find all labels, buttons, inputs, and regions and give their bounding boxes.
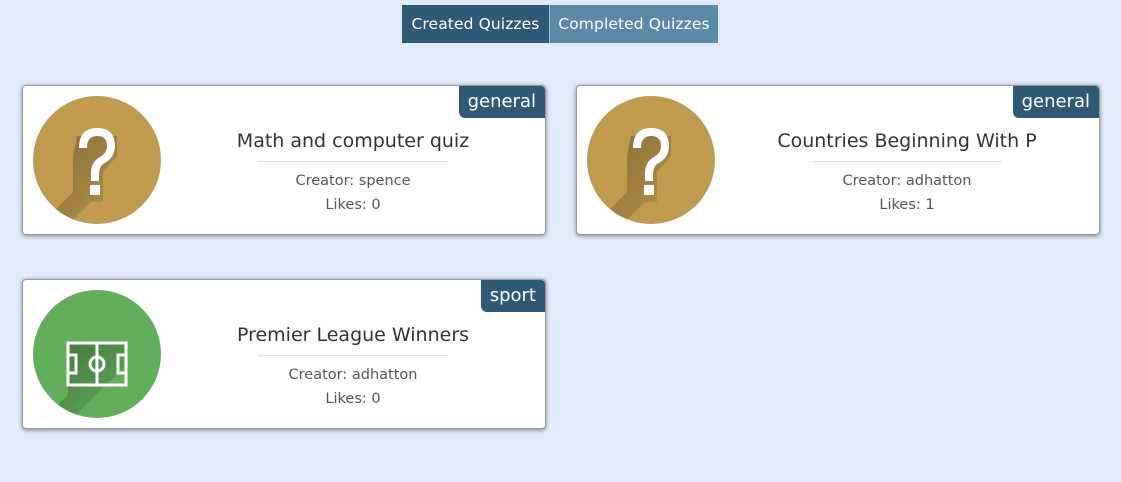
question-mark-icon [33,96,161,224]
quiz-title: Math and computer quiz [236,130,470,152]
quiz-card[interactable]: general Countries Beginning With P Creat… [576,85,1100,235]
quiz-creator: Creator: adhatton [288,367,418,383]
quiz-info: Math and computer quiz Creator: spence L… [233,126,473,217]
quiz-likes: Likes: 1 [879,197,935,213]
tab-completed-quizzes[interactable]: Completed Quizzes [549,5,718,43]
quiz-card[interactable]: sport Premier League Winners Creator: ad… [22,279,546,429]
quiz-likes: Likes: 0 [325,391,381,407]
quiz-info: Countries Beginning With P Creator: adha… [767,126,1047,217]
football-pitch-icon [33,290,161,418]
divider [812,161,1002,162]
divider [258,355,448,356]
quiz-tabs: Created Quizzes Completed Quizzes [402,5,718,43]
divider [258,161,448,162]
tab-created-quizzes[interactable]: Created Quizzes [402,5,549,43]
quiz-likes: Likes: 0 [325,197,381,213]
quiz-creator: Creator: adhatton [842,173,972,189]
category-badge: general [458,86,545,118]
quiz-title: Countries Beginning With P [777,130,1037,152]
category-badge: general [1012,86,1099,118]
quiz-info: Premier League Winners Creator: adhatton… [233,320,473,411]
category-badge: sport [480,280,545,312]
quiz-card[interactable]: general Math and computer quiz Creator: … [22,85,546,235]
quiz-title: Premier League Winners [236,324,470,346]
question-mark-icon [587,96,715,224]
quiz-creator: Creator: spence [295,173,411,189]
